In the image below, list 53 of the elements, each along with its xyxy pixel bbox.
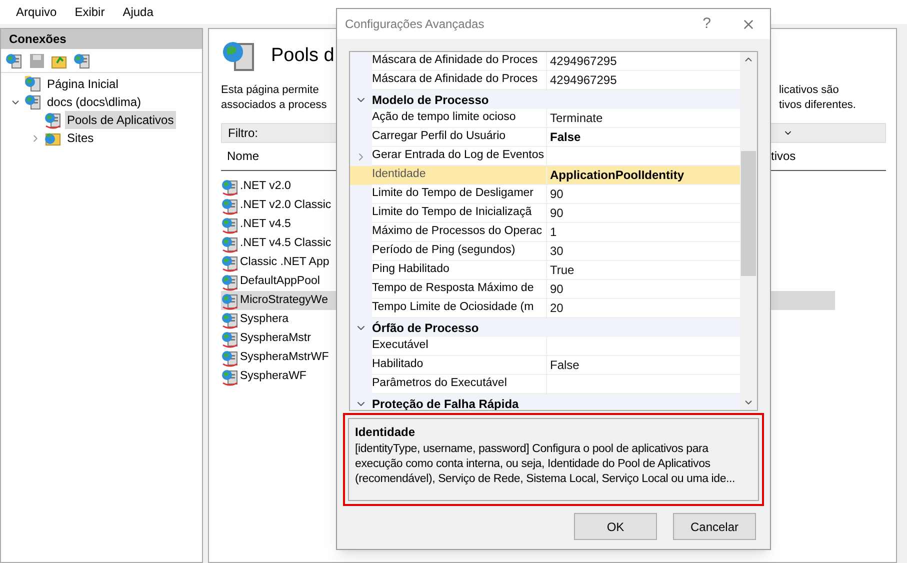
property-name: Parâmetros do Executável xyxy=(372,376,507,392)
description-text: Esta página permite xyxy=(221,83,320,98)
property-name: Máscara de Afinidade do Proces xyxy=(372,72,538,88)
property-value: 1 xyxy=(550,224,557,241)
description-text: licativos são xyxy=(778,83,840,98)
property-value: True xyxy=(550,262,574,279)
pool-name: Sysphera xyxy=(240,312,289,327)
property-name: Tempo de Resposta Máximo de xyxy=(372,281,534,296)
property-value: False xyxy=(550,357,580,374)
property-value: 4294967295 xyxy=(550,53,617,70)
pool-name: .NET v2.0 Classic xyxy=(240,198,332,213)
category-label: Proteção de Falha Rápida xyxy=(372,396,519,410)
description-title: Identidade xyxy=(355,424,416,441)
property-value: 4294967295 xyxy=(550,72,617,89)
property-name: Habilitado xyxy=(372,357,424,372)
property-name: Limite do Tempo de Inicializaçã xyxy=(372,205,532,220)
property-value: 20 xyxy=(550,300,564,317)
property-value: False xyxy=(550,129,581,146)
property-value: 90 xyxy=(550,186,564,203)
panel-title: Conexões xyxy=(1,29,202,49)
property-value: Terminate xyxy=(550,110,603,127)
property-name: Carregar Perfil do Usuário xyxy=(372,129,506,144)
property-name: Máscara de Afinidade do Proces xyxy=(372,53,538,68)
property-name: Executável xyxy=(372,338,428,354)
property-value: ApplicationPoolIdentity xyxy=(550,167,684,184)
dialog-title: Configurações Avançadas xyxy=(345,16,486,33)
property-name: Ping Habilitado xyxy=(372,262,450,278)
property-value: 90 xyxy=(550,205,564,222)
description-text: [identityType, username, password] Configura o pool de aplicativos para execução como conta interna, ou seja, Identidade do Pool de Aplicativos (recomendável), Serviço de Rede, Sistema Local, Serviço Local ou uma ide... xyxy=(355,442,736,487)
pool-name: SyspheraWF xyxy=(240,368,306,384)
pool-name: SyspheraMstrWF xyxy=(240,350,329,365)
property-name: Tempo Limite de Ociosidade (m xyxy=(372,300,534,316)
pool-name: SyspheraMstr xyxy=(240,330,311,346)
pool-name: .NET v2.0 xyxy=(240,178,291,194)
property-name: Ação de tempo limite ocioso xyxy=(372,110,516,126)
property-name: Limite do Tempo de Desligamer xyxy=(372,186,534,202)
category-label: Modelo de Processo xyxy=(372,92,489,108)
pool-name: .NET v4.5 xyxy=(240,216,291,232)
pool-name: .NET v4.5 Classic xyxy=(240,236,332,251)
property-value: 90 xyxy=(550,281,564,298)
page-title: Pools d xyxy=(271,44,334,68)
pool-name: DefaultAppPool xyxy=(240,274,320,289)
filter-label: Filtro: xyxy=(228,125,258,142)
property-value: 30 xyxy=(550,243,564,260)
property-name: Identidade xyxy=(372,167,426,182)
property-name: Período de Ping (segundos) xyxy=(372,243,516,258)
pool-name: MicroStrategyWe xyxy=(240,292,328,308)
property-name: Gerar Entrada do Log de Eventos xyxy=(372,148,544,164)
description-text: tivos diferentes. xyxy=(778,98,856,113)
category-label: Órfão de Processo xyxy=(372,320,479,336)
pool-name: Classic .NET App xyxy=(240,254,330,270)
description-text: associados a process xyxy=(221,98,327,113)
property-name: Máximo de Processos do Operac xyxy=(372,224,542,240)
